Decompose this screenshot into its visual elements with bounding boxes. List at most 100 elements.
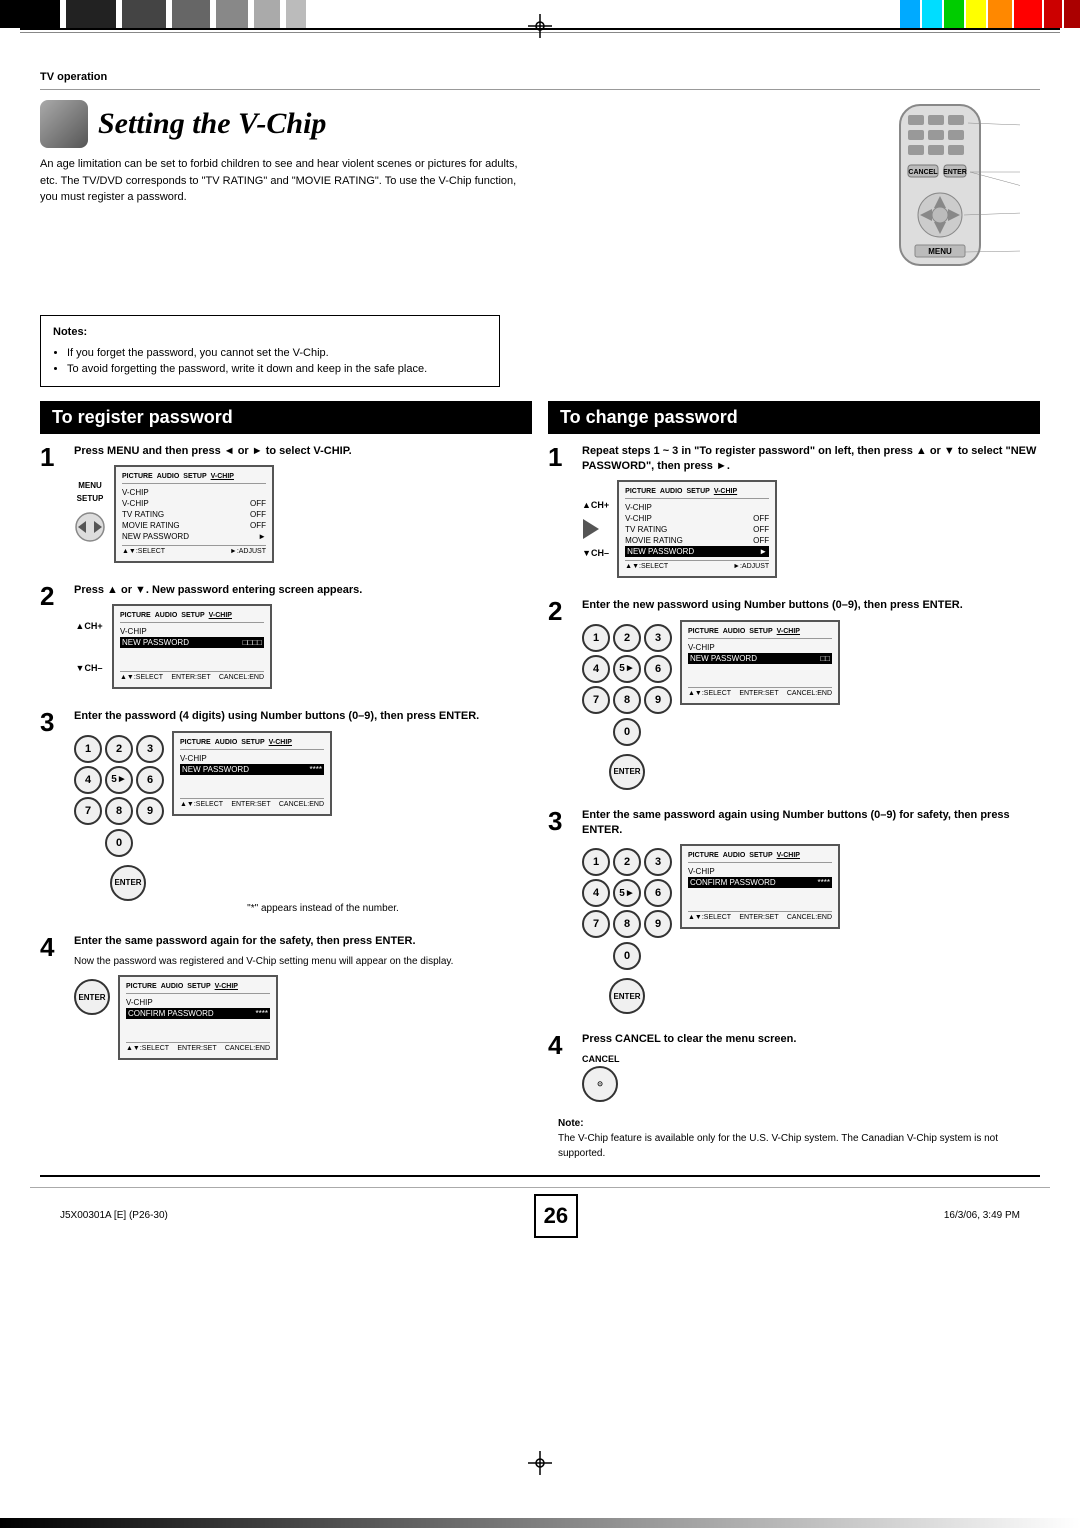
top-crosshair	[528, 14, 552, 41]
crosshair-svg-bottom	[528, 1451, 552, 1475]
num-btn-r3-5: 5►	[613, 879, 641, 907]
bottom-rule	[40, 1175, 1040, 1177]
register-step-4-screen: ENTER PICTURE AUDIO SETUP V-CHIP V-CHIP …	[74, 975, 532, 1060]
gray-block-2	[216, 0, 248, 28]
register-step-4-content: Enter the same password again for the sa…	[74, 934, 532, 1066]
change-step-4: 4 Press CANCEL to clear the menu screen.…	[548, 1032, 1040, 1101]
register-step-4-number: 4	[40, 934, 68, 960]
num-btn-4: 4	[74, 766, 102, 794]
page-title: Setting the V-Chip	[98, 107, 326, 141]
title-icon	[40, 100, 88, 148]
bottom-crosshair	[528, 1451, 552, 1478]
change-step-4-number: 4	[548, 1032, 576, 1058]
cancel-label: CANCEL	[582, 1054, 620, 1064]
bottom-color-bar	[0, 1518, 1080, 1528]
num-btn-8: 8	[105, 797, 133, 825]
register-column: To register password 1 Press MENU and th…	[40, 401, 532, 1161]
change-step-4-text: Press CANCEL to clear the menu screen.	[582, 1032, 1040, 1047]
register-step-4-subtext: Now the password was registered and V-Ch…	[74, 955, 532, 969]
change-step-1-tv-screen: PICTURE AUDIO SETUP V-CHIP V-CHIP V-CHIP…	[617, 480, 777, 578]
change-step-1: 1 Repeat steps 1 ~ 3 in "To register pas…	[548, 444, 1040, 585]
section-rule	[40, 89, 1040, 90]
register-step-1-tv-screen: PICTURE AUDIO SETUP V-CHIP V-CHIP V-CHIP…	[114, 465, 274, 563]
menu-arrow-icon	[74, 507, 106, 547]
enter-button-step3: ENTER	[110, 865, 146, 901]
register-step-4: 4 Enter the same password again for the …	[40, 934, 532, 1066]
bottom-note-text: The V-Chip feature is available only for…	[558, 1131, 1030, 1161]
change-step-3-content: Enter the same password again using Numb…	[582, 808, 1040, 1019]
gray-block-4	[286, 0, 306, 28]
register-step-4-text: Enter the same password again for the sa…	[74, 934, 532, 949]
register-step-2-text: Press ▲ or ▼. New password entering scre…	[74, 583, 532, 598]
svg-text:CANCEL: CANCEL	[908, 169, 938, 176]
notes-list: If you forget the password, you cannot s…	[53, 345, 487, 378]
register-step-1: 1 Press MENU and then press ◄ or ► to se…	[40, 444, 532, 569]
tv-operation-label: TV operation	[40, 71, 1050, 83]
num-btn-r3-3: 3	[644, 848, 672, 876]
cyan-block	[922, 0, 942, 28]
num-btn-r2-0: 0	[613, 718, 641, 746]
num-btn-r2-4: 4	[582, 655, 610, 683]
change-step-3-screen: 1 2 3 4 5► 6 7 8 9 0	[582, 844, 1040, 1014]
change-step-3: 3 Enter the same password again using Nu…	[548, 808, 1040, 1019]
notes-title: Notes:	[53, 324, 487, 341]
asterisk-note: "*" appears instead of the number.	[114, 903, 532, 914]
register-header: To register password	[40, 401, 532, 434]
num-btn-0: 0	[105, 829, 133, 857]
num-btn-r3-9: 9	[644, 910, 672, 938]
bottom-note-title: Note:	[558, 1116, 1030, 1131]
number-buttons-right-2: 1 2 3 4 5► 6 7 8 9	[582, 624, 672, 714]
dark-block-1	[122, 0, 166, 28]
gray-block-1	[172, 0, 210, 28]
black-block-2	[66, 0, 116, 28]
notes-box: Notes: If you forget the password, you c…	[40, 315, 500, 387]
title-section: Setting the V-Chip An age limitation can…	[30, 100, 1050, 303]
change-step-1-text: Repeat steps 1 ~ 3 in "To register passw…	[582, 444, 1040, 475]
register-step-1-text: Press MENU and then press ◄ or ► to sele…	[74, 444, 532, 459]
remote-svg: CANCEL ENTER MENU 0–9 CANCEL ENTER ▲/▼/◄…	[860, 100, 1020, 300]
num-btn-r2-7: 7	[582, 686, 610, 714]
two-column-section: To register password 1 Press MENU and th…	[30, 401, 1050, 1161]
dark-red-block	[1044, 0, 1062, 28]
crosshair-svg-top	[528, 14, 552, 38]
num-btn-r2-5: 5►	[613, 655, 641, 683]
orange-block	[988, 0, 1012, 28]
num-btn-5: 5►	[105, 766, 133, 794]
footer-right: 16/3/06, 3:49 PM	[944, 1210, 1020, 1221]
change-step-2: 2 Enter the new password using Number bu…	[548, 598, 1040, 793]
register-step-2-tv-screen: PICTURE AUDIO SETUP V-CHIP V-CHIP NEW PA…	[112, 604, 272, 689]
register-step-3-screen: 1 2 3 4 5► 6 7 8 9 0	[74, 731, 532, 857]
num-btn-r3-8: 8	[613, 910, 641, 938]
register-step-1-content: Press MENU and then press ◄ or ► to sele…	[74, 444, 532, 569]
change-step-2-tv-screen: PICTURE AUDIO SETUP V-CHIP V-CHIP NEW PA…	[680, 620, 840, 705]
title-description: An age limitation can be set to forbid c…	[40, 156, 520, 206]
change-step-3-tv-screen: PICTURE AUDIO SETUP V-CHIP V-CHIP CONFIR…	[680, 844, 840, 929]
change-step-1-content: Repeat steps 1 ~ 3 in "To register passw…	[582, 444, 1040, 585]
register-step-4-tv-screen: PICTURE AUDIO SETUP V-CHIP V-CHIP CONFIR…	[118, 975, 278, 1060]
num-btn-r2-8: 8	[613, 686, 641, 714]
change-header: To change password	[548, 401, 1040, 434]
num-btn-r2-9: 9	[644, 686, 672, 714]
num-btn-r2-3: 3	[644, 624, 672, 652]
change-step-1-number: 1	[548, 444, 576, 470]
darker-red-block	[1064, 0, 1080, 28]
change-step-3-number: 3	[548, 808, 576, 834]
num-btn-2: 2	[105, 735, 133, 763]
page-bottom: J5X00301A [E] (P26-30) 26 16/3/06, 3:49 …	[30, 1187, 1050, 1244]
yellow-block	[966, 0, 986, 28]
change-step-2-content: Enter the new password using Number butt…	[582, 598, 1040, 793]
notes-item-2: To avoid forgetting the password, write …	[67, 361, 487, 378]
notes-item-1: If you forget the password, you cannot s…	[67, 345, 487, 362]
change-step-3-text: Enter the same password again using Numb…	[582, 808, 1040, 839]
cancel-button-area: CANCEL ⊙	[582, 1054, 1040, 1102]
register-step-2-content: Press ▲ or ▼. New password entering scre…	[74, 583, 532, 695]
change-column: To change password 1 Repeat steps 1 ~ 3 …	[548, 401, 1040, 1161]
enter-button-change-2: ENTER	[609, 754, 645, 790]
register-step-3-number: 3	[40, 709, 68, 735]
num-btn-9: 9	[136, 797, 164, 825]
num-btn-r3-6: 6	[644, 879, 672, 907]
num-btn-r3-1: 1	[582, 848, 610, 876]
num-btn-r3-2: 2	[613, 848, 641, 876]
enter-button-step4: ENTER	[74, 979, 110, 1015]
bottom-note: Note: The V-Chip feature is available on…	[548, 1116, 1040, 1161]
